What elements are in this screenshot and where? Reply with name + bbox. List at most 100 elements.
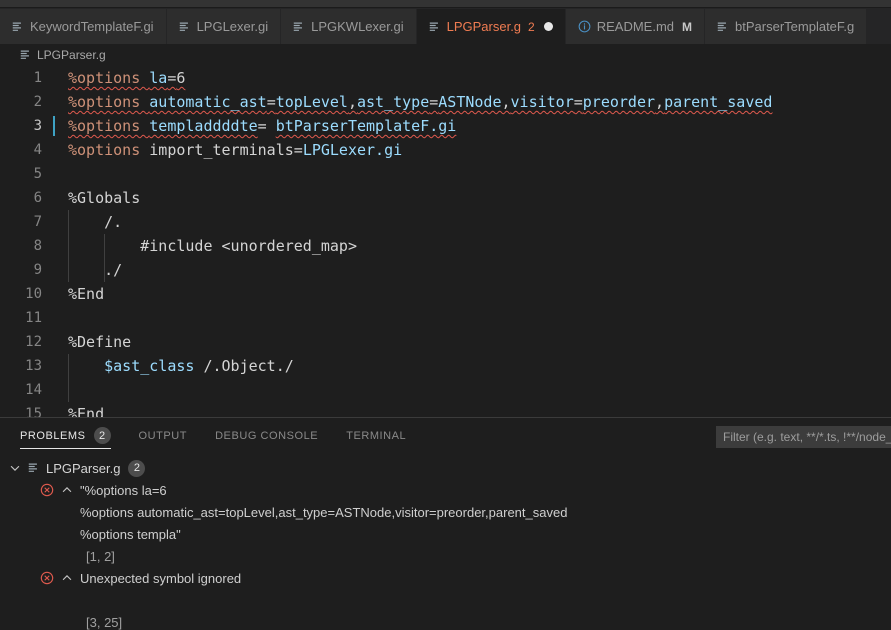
code-line[interactable]: 2 %options automatic_ast=topLevel,ast_typ…: [0, 90, 891, 114]
line-number: 5: [33, 166, 42, 182]
problem-location-text: [3, 25]: [86, 614, 123, 630]
code-line-text[interactable]: %End: [58, 402, 891, 417]
code-token: %options: [68, 117, 150, 135]
code-line[interactable]: 3 %options templaddddte= btParserTemplate…: [0, 114, 891, 138]
code-line[interactable]: 8 #include <unordered_map>: [0, 234, 891, 258]
code-editor[interactable]: 1 %options la=6 2 %options automatic_ast=to…: [0, 66, 891, 417]
tab-error-count: 2: [528, 19, 535, 34]
code-line[interactable]: 11: [0, 306, 891, 330]
tab-lpgparser-g[interactable]: LPGParser.g 2: [416, 9, 566, 44]
problem-message-text: Unexpected symbol ignored: [80, 570, 242, 586]
code-token: 6: [176, 69, 186, 87]
chevron-up-icon[interactable]: [60, 571, 74, 585]
breadcrumb-item-file[interactable]: LPGParser.g: [37, 48, 106, 62]
code-line[interactable]: 1 %options la=6: [0, 66, 891, 90]
code-token: visitor: [510, 93, 574, 111]
code-token: btParserTemplateF.gi: [275, 117, 457, 135]
line-number: 1: [33, 70, 42, 86]
file-icon: [717, 22, 727, 31]
panel-tab-label: DEBUG CONSOLE: [215, 429, 319, 442]
code-token: =: [266, 93, 276, 111]
chevron-down-icon[interactable]: [8, 461, 22, 475]
file-icon: [20, 50, 29, 59]
code-token: %End: [68, 405, 105, 417]
problems-file-row[interactable]: LPGParser.g 2: [0, 457, 891, 479]
code-line-text[interactable]: %End: [58, 282, 891, 306]
tab-keywordtemplatef-gi[interactable]: KeywordTemplateF.gi: [0, 9, 167, 44]
tab-label: LPGKWLexer.gi: [311, 19, 404, 34]
line-number: 13: [25, 358, 42, 374]
problem-location[interactable]: [1, 2]: [0, 545, 891, 567]
code-token: ./: [68, 261, 123, 279]
line-number: 15: [25, 406, 42, 417]
code-token: automatic_ast: [149, 93, 267, 111]
problems-filter-input[interactable]: Filter (e.g. text, **/*.ts, !**/node_mod…: [716, 426, 891, 448]
code-line[interactable]: 9 ./: [0, 258, 891, 282]
code-line-text[interactable]: %options automatic_ast=topLevel,ast_type…: [58, 90, 891, 114]
code-line-text[interactable]: $ast_class /.Object./: [58, 354, 891, 378]
indent-guide: [104, 258, 105, 282]
code-line-text[interactable]: %options templaddddte= btParserTemplateF…: [58, 114, 891, 138]
tab-output[interactable]: OUTPUT: [139, 418, 188, 453]
sliver-seam: [0, 7, 891, 8]
indent-guide: [68, 234, 69, 258]
problem-location[interactable]: [3, 25]: [0, 611, 891, 630]
breadcrumb[interactable]: LPGParser.g: [0, 44, 891, 66]
code-line[interactable]: 10 %End: [0, 282, 891, 306]
tab-readme-md[interactable]: README.md M: [565, 9, 706, 44]
tab-terminal[interactable]: TERMINAL: [346, 418, 406, 453]
code-token: =: [257, 117, 276, 135]
tab-problems[interactable]: PROBLEMS 2: [20, 418, 111, 453]
code-line[interactable]: 15 %End: [0, 402, 891, 417]
panel-tab-label: TERMINAL: [346, 429, 407, 442]
file-icon: [12, 22, 21, 31]
code-line[interactable]: 6 %Globals: [0, 186, 891, 210]
editor-tab-bar[interactable]: KeywordTemplateF.gi LPGLexer.gi LPGKWLex…: [0, 9, 891, 44]
indent-guide: [104, 234, 105, 258]
code-token: ASTNode: [438, 93, 502, 111]
code-line-text[interactable]: /.: [58, 210, 891, 234]
code-line[interactable]: 4 %options import_terminals=LPGLexer.gi: [0, 138, 891, 162]
line-number: 2: [33, 94, 42, 110]
code-line-text[interactable]: %Define: [58, 330, 891, 354]
unsaved-dot-icon[interactable]: [543, 22, 553, 31]
line-number: 3: [33, 118, 42, 134]
indent-guide: [68, 378, 69, 402]
panel-tab-bar[interactable]: PROBLEMS 2 OUTPUT DEBUG CONSOLE TERMINAL…: [0, 418, 891, 453]
code-line[interactable]: 12 %Define: [0, 330, 891, 354]
tab-lpgkwlexer-gi[interactable]: LPGKWLexer.gi: [281, 9, 417, 44]
tab-lpglexer-gi[interactable]: LPGLexer.gi: [166, 9, 282, 44]
code-line-text[interactable]: %options import_terminals=LPGLexer.gi: [58, 138, 891, 162]
code-token: ,: [501, 93, 511, 111]
code-token: ,: [347, 93, 357, 111]
code-line-text[interactable]: ./: [58, 258, 891, 282]
info-icon: [578, 20, 591, 33]
problems-list[interactable]: LPGParser.g 2 "%options la=6 %options autom…: [0, 453, 891, 630]
tab-label: LPGParser.g: [446, 19, 522, 34]
modified-flag: M: [682, 19, 693, 34]
problem-row[interactable]: Unexpected symbol ignored: [0, 567, 891, 589]
tab-label: KeywordTemplateF.gi: [30, 19, 154, 34]
line-number: 9: [33, 262, 42, 278]
code-token: =: [293, 141, 303, 159]
code-token: la: [149, 69, 168, 87]
code-line-text[interactable]: %options la=6: [58, 66, 891, 90]
code-token: %Define: [68, 333, 132, 351]
file-icon: [28, 463, 37, 472]
code-line-text[interactable]: #include <unordered_map>: [58, 234, 891, 258]
code-token: $ast_class: [104, 357, 195, 375]
tab-btparsertemplatef-g[interactable]: btParserTemplateF.g: [705, 9, 868, 44]
code-token: %options: [68, 141, 150, 159]
chevron-up-icon[interactable]: [60, 483, 74, 497]
problem-row[interactable]: "%options la=6: [0, 479, 891, 501]
code-line[interactable]: 7 /.: [0, 210, 891, 234]
tab-debug-console[interactable]: DEBUG CONSOLE: [215, 418, 318, 453]
tab-label: btParserTemplateF.g: [735, 19, 855, 34]
line-number: 8: [33, 238, 42, 254]
text-cursor: [53, 116, 55, 136]
code-line[interactable]: 14: [0, 378, 891, 402]
code-line-text[interactable]: %Globals: [58, 186, 891, 210]
code-line[interactable]: 13 $ast_class /.Object./: [0, 354, 891, 378]
code-line[interactable]: 5: [0, 162, 891, 186]
code-token: import_terminals: [149, 141, 294, 159]
